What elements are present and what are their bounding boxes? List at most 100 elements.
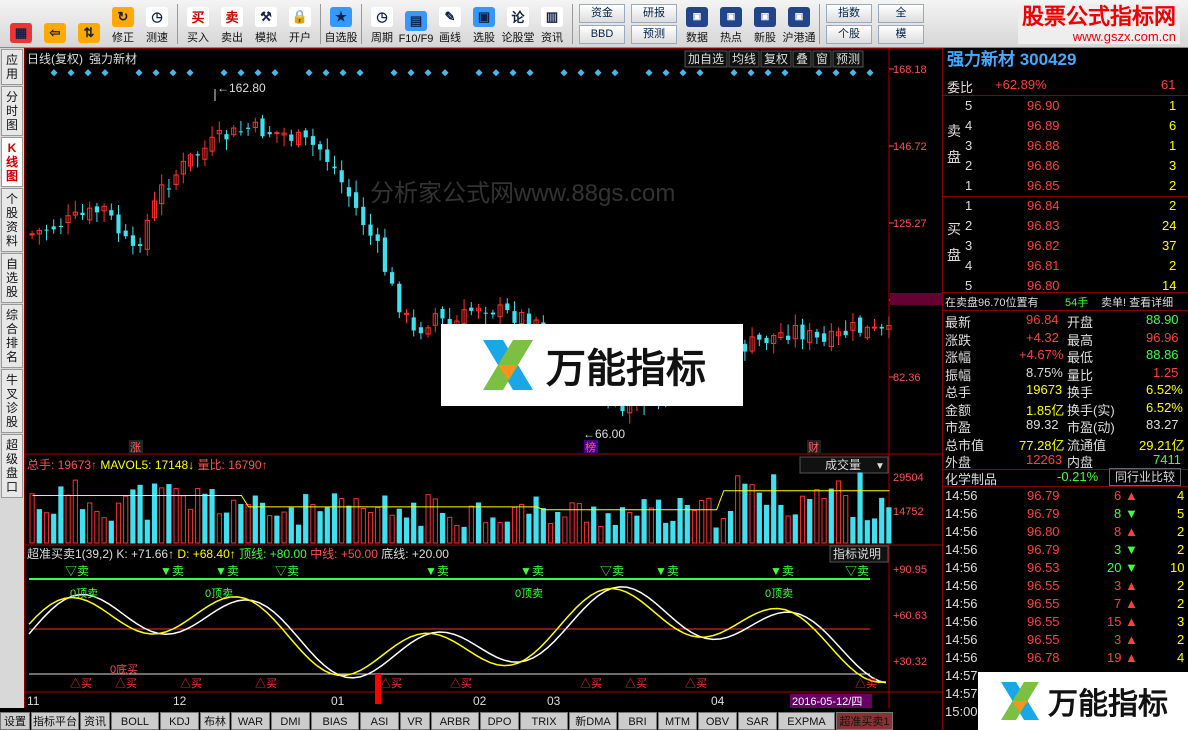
toolbar-button-menu-grid[interactable]: ▦ xyxy=(4,1,38,47)
stat-value: 12263 xyxy=(1026,452,1063,467)
toolbar-stack-button[interactable]: 模 xyxy=(878,24,924,44)
industry-compare-button[interactable]: 同行业比较 xyxy=(1109,468,1181,486)
tick-time: 14:56 xyxy=(945,488,978,503)
toolbar-button-新股[interactable]: ▣ 新股 xyxy=(748,1,782,47)
bottom-tab[interactable]: ASI xyxy=(360,712,399,730)
toolbar-button-up-down-arrows[interactable]: ⇅ xyxy=(72,1,106,47)
bottom-tab[interactable]: VR xyxy=(400,712,430,730)
volume-bar xyxy=(317,511,323,544)
toolbar-button-周期[interactable]: ◷ 周期 xyxy=(365,1,399,47)
toolbar-label: 测速 xyxy=(146,31,168,44)
chart-stock-name: 强力新材 xyxy=(89,51,137,66)
toolbar-stack-button[interactable]: 预测 xyxy=(631,24,677,44)
toolbar-button-热点[interactable]: ▣ 热点 xyxy=(714,1,748,47)
toolbar-stack-button[interactable]: 个股 xyxy=(826,24,872,44)
tick-time: 14:56 xyxy=(945,560,978,575)
volume-bar xyxy=(166,484,172,544)
toolbar-button-沪港通[interactable]: ▣ 沪港通 xyxy=(782,1,816,47)
stat-label: 金额 xyxy=(945,402,972,418)
buy-level-row: 4 96.81 2 xyxy=(943,258,1188,275)
toolbar-stack-button[interactable]: BBD xyxy=(579,24,625,44)
candle-body-down xyxy=(361,206,366,226)
toolbar-button-back-arrow[interactable]: ⇦ xyxy=(38,1,72,47)
stat-label: 涨幅 xyxy=(945,350,972,365)
bottom-tab[interactable]: 新DMA xyxy=(569,712,617,730)
bottom-tab[interactable]: BRI xyxy=(618,712,657,730)
toolbar-label: 数据 xyxy=(686,31,708,44)
bottom-tab[interactable]: ARBR xyxy=(431,712,479,730)
divider xyxy=(943,310,1188,311)
tick-count: 3 xyxy=(1177,614,1185,629)
pe-icon: ▣ xyxy=(686,6,708,27)
stat-row: 金额 1.85亿 换手(实) 6.52% xyxy=(943,400,1188,418)
bottom-tab[interactable]: 设置 xyxy=(0,712,30,730)
volume-bar xyxy=(771,474,777,544)
vol: 1 xyxy=(1169,98,1177,113)
toolbar-button-论股堂[interactable]: 论论股堂 xyxy=(501,1,535,47)
stat-label: 换手(实) xyxy=(1067,402,1115,418)
stat-value: 19673 xyxy=(1026,382,1063,397)
volume-bar xyxy=(864,520,870,544)
divider xyxy=(943,292,1188,293)
side-tab-7[interactable]: 超级盘口 xyxy=(1,434,23,498)
top-zero-label: 0顶卖 xyxy=(70,587,98,600)
toolbar-button-F10/F9[interactable]: ▤ F10/F9 xyxy=(399,1,433,47)
candle-body-up xyxy=(274,132,280,135)
toolbar-button-自选股[interactable]: ★ 自选股 xyxy=(324,1,358,47)
stat-value: 1.85亿 xyxy=(1026,402,1065,418)
order-info-row: 在卖盘96.70位置有 54手 卖单! 查看详细 xyxy=(943,294,1188,311)
bottom-tab[interactable]: 超准买卖1 xyxy=(836,712,893,730)
bottom-tab[interactable]: DPO xyxy=(480,712,519,730)
toolbar-button-资讯[interactable]: ▥ 资讯 xyxy=(535,1,569,47)
bottom-tab[interactable]: OBV xyxy=(698,712,737,730)
bottom-tab[interactable]: KDJ xyxy=(160,712,199,730)
volume-bar xyxy=(655,499,662,544)
toolbar-button-选股[interactable]: ▣ 选股 xyxy=(467,1,501,47)
bottom-tab[interactable]: BIAS xyxy=(311,712,359,730)
level: 4 xyxy=(965,258,973,273)
order-info-amount: 54手 xyxy=(1065,297,1089,309)
side-tab-0[interactable]: 应用 xyxy=(1,49,23,85)
vol: 2 xyxy=(1169,258,1177,273)
bottom-tab[interactable]: SAR xyxy=(738,712,777,730)
level: 2 xyxy=(965,158,973,173)
side-tab-6[interactable]: 牛叉诊股 xyxy=(1,369,23,433)
toolbar-button-测速[interactable]: ◷ 测速 xyxy=(140,1,174,47)
side-tab-3[interactable]: 个股资料 xyxy=(1,188,23,252)
side-tab-5[interactable]: 综合排名 xyxy=(1,304,23,368)
price-high-label: ←162.80 xyxy=(217,81,266,95)
toolbar-button-修正[interactable]: ↻ 修正 xyxy=(106,1,140,47)
bottom-tab[interactable]: 资讯 xyxy=(80,712,110,730)
candle-body-down xyxy=(822,333,827,342)
side-tab-2[interactable]: K线图 xyxy=(1,137,23,187)
toolbar-button-买入[interactable]: 买买入 xyxy=(181,1,215,47)
toolbar-button-模拟[interactable]: ⚒ 模拟 xyxy=(249,1,283,47)
candle-body-down xyxy=(123,230,128,237)
bottom-tab[interactable]: EXPMA xyxy=(778,712,835,730)
toolbar-stack-button[interactable]: 资金 xyxy=(579,3,625,23)
toolbar-button-卖出[interactable]: 卖卖出 xyxy=(215,1,249,47)
bottom-tab[interactable]: 指标平台 xyxy=(31,712,79,730)
bottom-tab[interactable]: 布林 xyxy=(200,712,230,730)
top-zero-label: 0顶卖 xyxy=(765,587,793,600)
tick-price: 96.53 xyxy=(1027,560,1060,575)
toolbar-stack-button[interactable]: 全 xyxy=(878,3,924,23)
side-tab-1[interactable]: 分时图 xyxy=(1,86,23,136)
toolbar-button-画线[interactable]: ✎ 画线 xyxy=(433,1,467,47)
bottom-tab[interactable]: WAR xyxy=(231,712,270,730)
toolbar-button-数据[interactable]: ▣ 数据 xyxy=(680,1,714,47)
bottom-tab[interactable]: MTM xyxy=(658,712,697,730)
side-tab-4[interactable]: 自选股 xyxy=(1,253,23,303)
toolbar-button-开户[interactable]: 🔒 开户 xyxy=(283,1,317,47)
toolbar-stack-button[interactable]: 指数 xyxy=(826,3,872,23)
bottom-zero-label: 0底买 xyxy=(110,662,138,676)
toolbar-stack-button[interactable]: 研报 xyxy=(631,3,677,23)
bottom-tab[interactable]: DMI xyxy=(271,712,310,730)
candle-body-down xyxy=(879,326,884,329)
price-tick-label: 168.18 xyxy=(893,64,927,76)
bottom-tab[interactable]: TRIX xyxy=(520,712,568,730)
top-zero-label: 0顶卖 xyxy=(515,587,543,600)
bottom-tab[interactable]: BOLL xyxy=(111,712,159,730)
f10-icon: ▤ xyxy=(405,10,427,31)
candle-body-down xyxy=(94,206,99,213)
